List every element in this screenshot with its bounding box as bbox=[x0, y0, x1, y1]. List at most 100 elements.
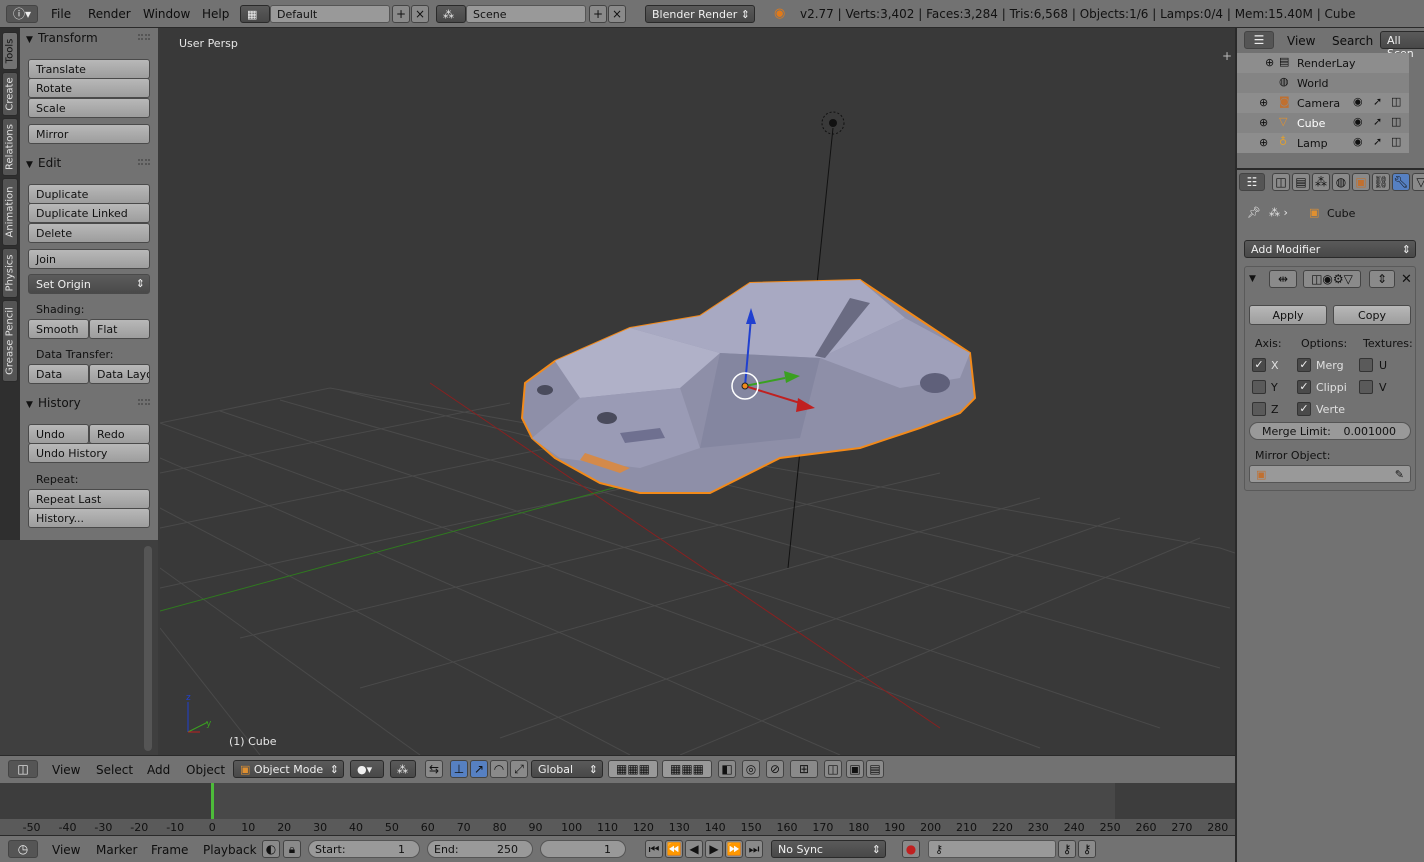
vertex-groups-checkbox[interactable]: ✓ bbox=[1297, 402, 1311, 416]
tab-animation[interactable]: Animation bbox=[2, 178, 18, 246]
insert-keyframe-icon[interactable]: ⚷ bbox=[1058, 840, 1076, 858]
outliner-menu-view[interactable]: View bbox=[1287, 34, 1315, 48]
menu-object[interactable]: Object bbox=[186, 763, 225, 777]
set-origin-dropdown[interactable]: Set Origin ⇕ bbox=[28, 274, 150, 294]
merge-checkbox[interactable]: ✓ bbox=[1297, 358, 1311, 372]
repeat-last-button[interactable]: Repeat Last bbox=[28, 489, 150, 509]
grip-icon[interactable] bbox=[138, 159, 150, 165]
scene-field[interactable]: Scene bbox=[466, 5, 586, 23]
edit-panel-header[interactable]: ▼ Edit bbox=[26, 156, 152, 174]
data-layout-button[interactable]: Data Layo bbox=[89, 364, 150, 384]
undo-button[interactable]: Undo bbox=[28, 424, 89, 444]
outliner-icon[interactable]: ☰ bbox=[1244, 31, 1274, 49]
translate-button[interactable]: Translate bbox=[28, 59, 150, 79]
expand-icon[interactable]: ⊕ bbox=[1259, 136, 1268, 149]
select-cursor-icon[interactable]: ➚ bbox=[1373, 135, 1382, 148]
lock-layers-icon[interactable]: ◧ bbox=[718, 760, 736, 778]
render-engine-dropdown[interactable]: Blender Render ⇕ bbox=[645, 5, 755, 23]
layers-grid-2[interactable]: ▦▦▦ bbox=[662, 760, 712, 778]
tab-create[interactable]: Create bbox=[2, 72, 18, 116]
vertical-divider[interactable] bbox=[1235, 28, 1237, 862]
manipulator-icon[interactable]: ⊥ bbox=[450, 760, 468, 778]
timeline-area[interactable]: -50 -40 -30 -20 -10 0 10 20 30 40 50 60 70 80 90 100 110… bbox=[0, 783, 1235, 835]
expand-icon[interactable]: ⊕ bbox=[1265, 56, 1274, 69]
play-icon[interactable]: ▶ bbox=[705, 840, 723, 858]
menu-frame[interactable]: Frame bbox=[151, 843, 188, 857]
info-editor-icon[interactable]: ⓘ▾ bbox=[6, 5, 38, 23]
pivot-dropdown[interactable]: ⁂ bbox=[390, 760, 416, 778]
flat-button[interactable]: Flat bbox=[89, 319, 150, 339]
start-frame-field[interactable]: Start: 1 bbox=[308, 840, 420, 858]
move-modifier-icon[interactable]: ⇕ bbox=[1369, 270, 1395, 288]
outliner-list[interactable]: ⊕ ▤ RenderLay ◍ World ⊕ ◙ Camera ◉ ➚ ◫ ⊕… bbox=[1237, 53, 1409, 153]
collapse-triangle-icon[interactable]: ▼ bbox=[1249, 274, 1256, 284]
select-cursor-icon[interactable]: ➚ bbox=[1373, 95, 1382, 108]
scale-icon[interactable]: ⤢ bbox=[510, 760, 528, 778]
orientation-dropdown[interactable]: Global ⇕ bbox=[531, 760, 603, 778]
duplicate-button[interactable]: Duplicate bbox=[28, 184, 150, 204]
mode-dropdown[interactable]: ▣ Object Mode ⇕ bbox=[233, 760, 344, 778]
prev-keyframe-icon[interactable]: ⏪ bbox=[665, 840, 683, 858]
join-button[interactable]: Join bbox=[28, 249, 150, 269]
outliner-filter-dropdown[interactable]: All Scen bbox=[1380, 31, 1424, 60]
world-tab-icon[interactable]: ◍ bbox=[1332, 173, 1350, 191]
next-keyframe-icon[interactable]: ⏩ bbox=[725, 840, 743, 858]
tab-relations[interactable]: Relations bbox=[2, 118, 18, 176]
outliner-menu-search[interactable]: Search bbox=[1332, 34, 1373, 48]
toolshelf-scrollbar[interactable] bbox=[144, 546, 152, 751]
screen-layout-field[interactable]: Default bbox=[270, 5, 390, 23]
delete-keyframe-icon[interactable]: ⚷ bbox=[1078, 840, 1096, 858]
editor-type-icon[interactable]: ◫ bbox=[8, 760, 38, 778]
smooth-button[interactable]: Smooth bbox=[28, 319, 89, 339]
menu-playback[interactable]: Playback bbox=[203, 843, 257, 857]
texture-v-checkbox[interactable] bbox=[1359, 380, 1373, 394]
copy-button[interactable]: Copy bbox=[1333, 305, 1411, 325]
sync-dropdown[interactable]: No Sync ⇕ bbox=[771, 840, 886, 858]
axis-x-checkbox[interactable]: ✓ bbox=[1252, 358, 1266, 372]
object-tab-icon[interactable]: ▣ bbox=[1352, 173, 1370, 191]
render-camera-icon[interactable]: ◫ bbox=[1391, 95, 1401, 108]
close-icon[interactable]: ✕ bbox=[1401, 272, 1412, 287]
manipulator-toggle-icon[interactable]: ⇆ bbox=[425, 760, 443, 778]
texture-u-checkbox[interactable] bbox=[1359, 358, 1373, 372]
transform-panel-header[interactable]: ▼ Transform bbox=[26, 31, 152, 49]
remove-layout-icon[interactable]: × bbox=[411, 5, 429, 23]
duplicate-linked-button[interactable]: Duplicate Linked bbox=[28, 203, 150, 223]
add-scene-icon[interactable]: + bbox=[589, 5, 607, 23]
outliner-item-camera[interactable]: ⊕ ◙ Camera ◉ ➚ ◫ bbox=[1237, 93, 1409, 113]
record-icon[interactable]: ● bbox=[902, 840, 920, 858]
mirror-object-field[interactable]: ▣ ✎ bbox=[1249, 465, 1411, 483]
eyedropper-icon[interactable]: ✎ bbox=[1395, 468, 1404, 481]
horizontal-divider[interactable] bbox=[1237, 168, 1424, 170]
scene-icon[interactable]: ⁂ bbox=[436, 5, 466, 23]
visibility-eye-icon[interactable]: ◉ bbox=[1353, 135, 1363, 148]
data-tab-icon[interactable]: ▽ bbox=[1412, 173, 1424, 191]
current-frame-marker[interactable] bbox=[211, 783, 214, 819]
snap-icon[interactable]: ⊘ bbox=[766, 760, 784, 778]
history-panel-header[interactable]: ▼ History bbox=[26, 396, 152, 414]
delete-button[interactable]: Delete bbox=[28, 223, 150, 243]
remove-scene-icon[interactable]: × bbox=[608, 5, 626, 23]
3d-viewport[interactable]: z y + User Persp (1) Cube bbox=[160, 28, 1235, 755]
tab-physics[interactable]: Physics bbox=[2, 248, 18, 298]
tab-grease-pencil[interactable]: Grease Pencil bbox=[2, 300, 18, 382]
redo-button[interactable]: Redo bbox=[89, 424, 150, 444]
keying-set-field[interactable]: ⚷ bbox=[928, 840, 1056, 858]
visibility-eye-icon[interactable]: ◉ bbox=[1353, 95, 1363, 108]
outliner-item-renderlayers[interactable]: ⊕ ▤ RenderLay bbox=[1237, 53, 1409, 73]
apply-button[interactable]: Apply bbox=[1249, 305, 1327, 325]
data-button[interactable]: Data bbox=[28, 364, 89, 384]
lock-icon[interactable]: 🔒︎ bbox=[283, 840, 301, 858]
menu-help[interactable]: Help bbox=[202, 7, 229, 21]
scene-tab-icon[interactable]: ⁂ bbox=[1312, 173, 1330, 191]
modifier-visibility-icons[interactable]: ◫◉⚙▽ bbox=[1303, 270, 1361, 288]
select-cursor-icon[interactable]: ➚ bbox=[1373, 115, 1382, 128]
expand-icon[interactable]: ⊕ bbox=[1259, 116, 1268, 129]
render-opengl-icon[interactable]: ▣ bbox=[846, 760, 864, 778]
undo-history-button[interactable]: Undo History bbox=[28, 443, 150, 463]
menu-view[interactable]: View bbox=[52, 843, 80, 857]
translate-icon[interactable]: ↗ bbox=[470, 760, 488, 778]
constraints-tab-icon[interactable]: ⛓ bbox=[1372, 173, 1390, 191]
tab-tools[interactable]: Tools bbox=[2, 32, 18, 70]
jump-start-icon[interactable]: ⏮ bbox=[645, 840, 663, 858]
